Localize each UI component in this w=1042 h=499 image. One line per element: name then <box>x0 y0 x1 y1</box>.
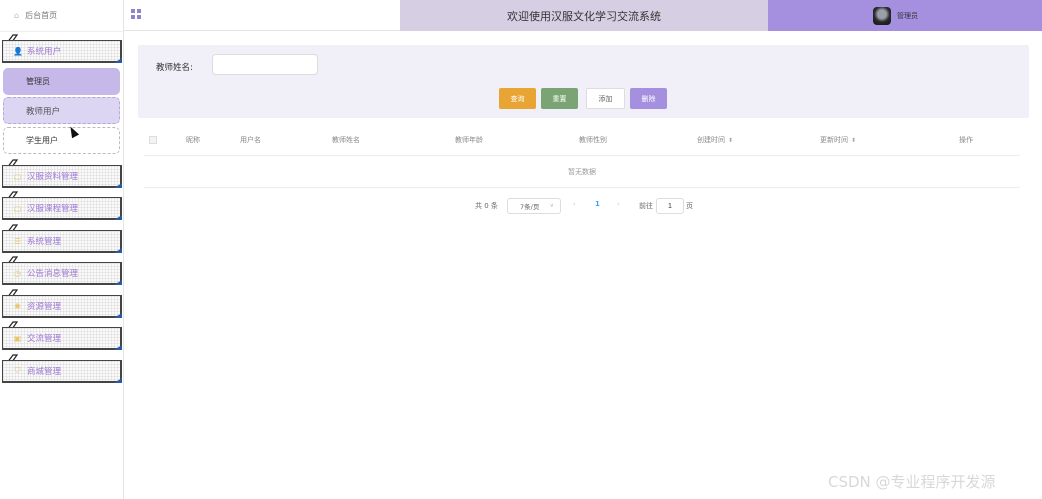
sidebar-item-student-users[interactable]: 学生用户 <box>3 127 120 154</box>
sidebar-menu-system-management[interactable]: ☰ 系统管理 <box>2 230 122 253</box>
avatar <box>873 6 891 25</box>
sidebar-menu-announcements[interactable]: ◷ 公告消息管理 <box>2 262 122 285</box>
sidebar-item-label: 后台首页 <box>25 11 58 20</box>
home-icon: ⌂ <box>14 11 20 20</box>
sidebar: ⌂ 后台首页 👤 系统用户 管理员 教师用户 学生用户 ▢ 汉服资料管理 ▢ 汉… <box>0 0 124 499</box>
column-header-label: 更新时间 <box>820 136 848 144</box>
sidebar-item-home[interactable]: ⌂ 后台首页 <box>0 0 123 32</box>
sidebar-item-admin[interactable]: 管理员 <box>3 68 120 95</box>
sidebar-menu-label: 商城管理 <box>27 367 62 377</box>
pagination-total: 共 0 条 <box>475 202 498 210</box>
top-bar: 欢迎使用汉服文化学习交流系统 管理员 <box>124 0 1042 31</box>
sidebar-menu-label: 公告消息管理 <box>27 269 79 279</box>
corner-fold <box>114 313 122 318</box>
sidebar-menu-label: 汉服资料管理 <box>27 172 79 182</box>
goto-page-input[interactable] <box>656 198 684 214</box>
next-page-button[interactable]: › <box>617 200 620 208</box>
sidebar-item-label: 学生用户 <box>26 136 58 145</box>
column-header-teacher-gender: 教师性别 <box>579 136 607 144</box>
add-button[interactable]: 添加 <box>586 88 625 109</box>
search-panel: 教师姓名: 查询 重置 添加 删除 <box>138 45 1029 118</box>
gear-icon: ✺ <box>14 301 21 311</box>
column-header-teacher-age: 教师年龄 <box>455 136 483 144</box>
document-icon: ▢ <box>13 171 22 181</box>
system-title: 欢迎使用汉服文化学习交流系统 <box>400 0 768 31</box>
sidebar-menu-hanfu-materials[interactable]: ▢ 汉服资料管理 <box>2 165 122 188</box>
page-size-value: 7条/页 <box>520 203 540 211</box>
page-unit-label: 页 <box>686 202 693 210</box>
sort-icon[interactable]: ⬍ <box>728 137 733 144</box>
user-menu[interactable]: 管理员 <box>768 0 1042 31</box>
sidebar-menu-shop[interactable]: ⛉ 商城管理 <box>2 360 122 383</box>
column-header-username: 用户名 <box>240 136 261 144</box>
document-icon: ▢ <box>13 203 22 213</box>
page-number-current[interactable]: 1 <box>595 200 600 208</box>
sidebar-menu-communication[interactable]: ▣ 交流管理 <box>2 327 122 350</box>
sidebar-menu-label: 系统管理 <box>27 237 62 247</box>
corner-fold <box>114 378 122 383</box>
menu-grid-icon[interactable] <box>131 9 142 20</box>
sidebar-menu-label: 汉服课程管理 <box>27 204 79 214</box>
sidebar-menu-label: 资源管理 <box>27 302 62 312</box>
corner-fold <box>114 280 122 285</box>
sort-icon[interactable]: ⬍ <box>851 137 856 144</box>
corner-fold <box>114 248 122 253</box>
chevron-down-icon: ∨ <box>549 202 554 209</box>
goto-label: 前往 <box>639 202 653 210</box>
column-header-teacher-name: 教师姓名 <box>332 136 360 144</box>
select-all-checkbox[interactable] <box>149 136 157 144</box>
corner-fold <box>114 183 122 188</box>
column-header-nickname: 昵称 <box>186 136 200 144</box>
prev-page-button[interactable]: ‹ <box>573 200 576 208</box>
teacher-name-input[interactable] <box>212 54 318 75</box>
sidebar-menu-hanfu-courses[interactable]: ▢ 汉服课程管理 <box>2 197 122 220</box>
column-header-actions: 操作 <box>959 136 973 144</box>
sidebar-menu-resources[interactable]: ✺ 资源管理 <box>2 295 122 318</box>
delete-button[interactable]: 删除 <box>630 88 667 109</box>
chat-icon: ▣ <box>13 333 22 343</box>
corner-fold <box>114 215 122 220</box>
user-icon: 👤 <box>13 46 23 56</box>
sidebar-menu-label: 系统用户 <box>27 47 62 57</box>
cart-icon: ⛉ <box>14 366 21 375</box>
teacher-name-label: 教师姓名: <box>156 63 193 73</box>
watermark: CSDN @专业程序开发源 <box>828 473 996 491</box>
list-icon: ☰ <box>13 236 22 246</box>
page-size-select[interactable]: 7条/页 ∨ <box>507 198 561 214</box>
sidebar-item-label: 教师用户 <box>26 106 61 117</box>
table-header: 昵称 用户名 教师姓名 教师年龄 教师性别 创建时间 ⬍ 更新时间 ⬍ 操作 <box>144 124 1020 156</box>
column-header-label: 创建时间 <box>697 136 725 144</box>
table-empty-text: 暂无数据 <box>144 156 1020 188</box>
sidebar-item-teacher-users[interactable]: 教师用户 <box>3 97 120 124</box>
sidebar-item-label: 管理员 <box>26 77 50 86</box>
column-header-updated-time[interactable]: 更新时间 ⬍ <box>820 135 856 145</box>
corner-fold <box>114 345 122 350</box>
sidebar-menu-label: 交流管理 <box>27 334 62 344</box>
reset-button[interactable]: 重置 <box>541 88 578 109</box>
user-name: 管理员 <box>897 11 918 20</box>
column-header-created-time[interactable]: 创建时间 ⬍ <box>697 135 733 145</box>
sidebar-menu-system-users[interactable]: 👤 系统用户 <box>2 40 122 63</box>
clock-icon: ◷ <box>14 268 21 278</box>
query-button[interactable]: 查询 <box>499 88 536 109</box>
corner-fold <box>114 58 122 63</box>
